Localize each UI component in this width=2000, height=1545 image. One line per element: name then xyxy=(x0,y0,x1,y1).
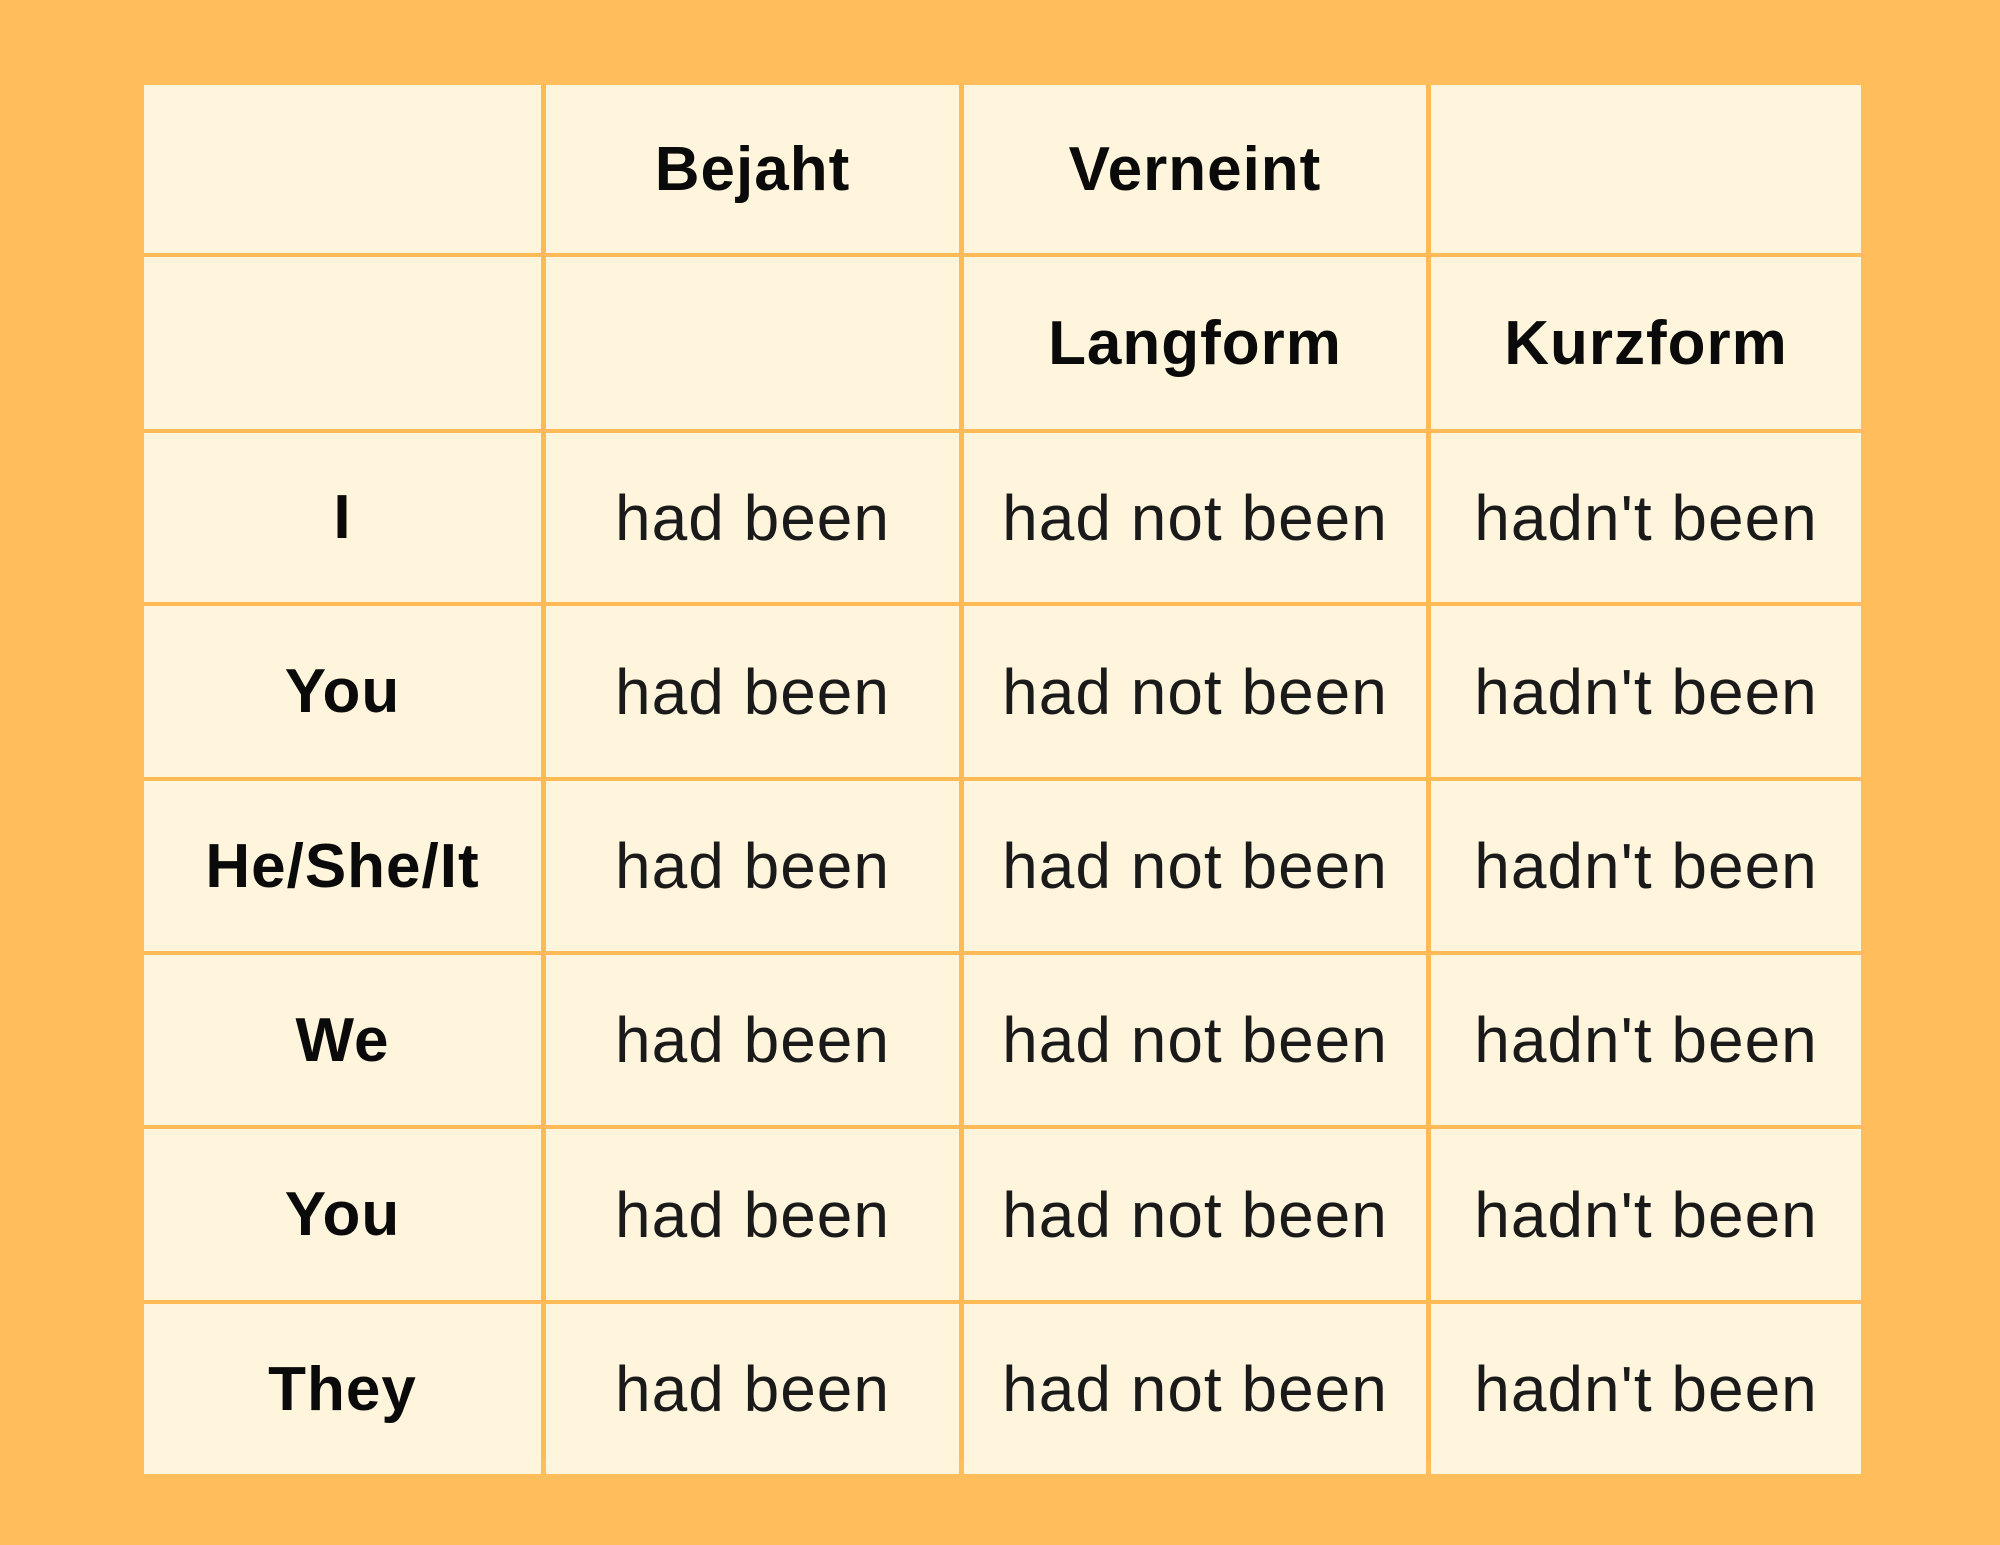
pronoun-cell: We xyxy=(144,955,541,1125)
langform-cell: had not been xyxy=(964,1129,1426,1300)
bejaht-cell: had been xyxy=(546,1304,959,1474)
langform-cell: had not been xyxy=(964,955,1426,1125)
bejaht-cell: had been xyxy=(546,1129,959,1300)
langform-cell: had not been xyxy=(964,1304,1426,1474)
kurzform-cell: hadn't been xyxy=(1431,955,1861,1125)
bejaht-cell: had been xyxy=(546,781,959,951)
subheader-langform: Langform xyxy=(964,257,1426,429)
pronoun-cell: I xyxy=(144,433,541,602)
kurzform-cell: hadn't been xyxy=(1431,433,1861,602)
conjugation-table: Bejaht Verneint Langform Kurzform I had … xyxy=(144,85,1861,1474)
header-verneint: Verneint xyxy=(964,85,1426,253)
kurzform-cell: hadn't been xyxy=(1431,606,1861,777)
subheader-cell-empty xyxy=(144,257,541,429)
subheader-cell-empty xyxy=(546,257,959,429)
kurzform-cell: hadn't been xyxy=(1431,781,1861,951)
pronoun-cell: You xyxy=(144,1129,541,1300)
pronoun-cell: They xyxy=(144,1304,541,1474)
header-bejaht: Bejaht xyxy=(546,85,959,253)
langform-cell: had not been xyxy=(964,606,1426,777)
pronoun-cell: You xyxy=(144,606,541,777)
kurzform-cell: hadn't been xyxy=(1431,1304,1861,1474)
bejaht-cell: had been xyxy=(546,433,959,602)
header-cell-empty xyxy=(1431,85,1861,253)
bejaht-cell: had been xyxy=(546,606,959,777)
bejaht-cell: had been xyxy=(546,955,959,1125)
langform-cell: had not been xyxy=(964,433,1426,602)
kurzform-cell: hadn't been xyxy=(1431,1129,1861,1300)
header-cell-empty xyxy=(144,85,541,253)
pronoun-cell: He/She/It xyxy=(144,781,541,951)
subheader-kurzform: Kurzform xyxy=(1431,257,1861,429)
langform-cell: had not been xyxy=(964,781,1426,951)
